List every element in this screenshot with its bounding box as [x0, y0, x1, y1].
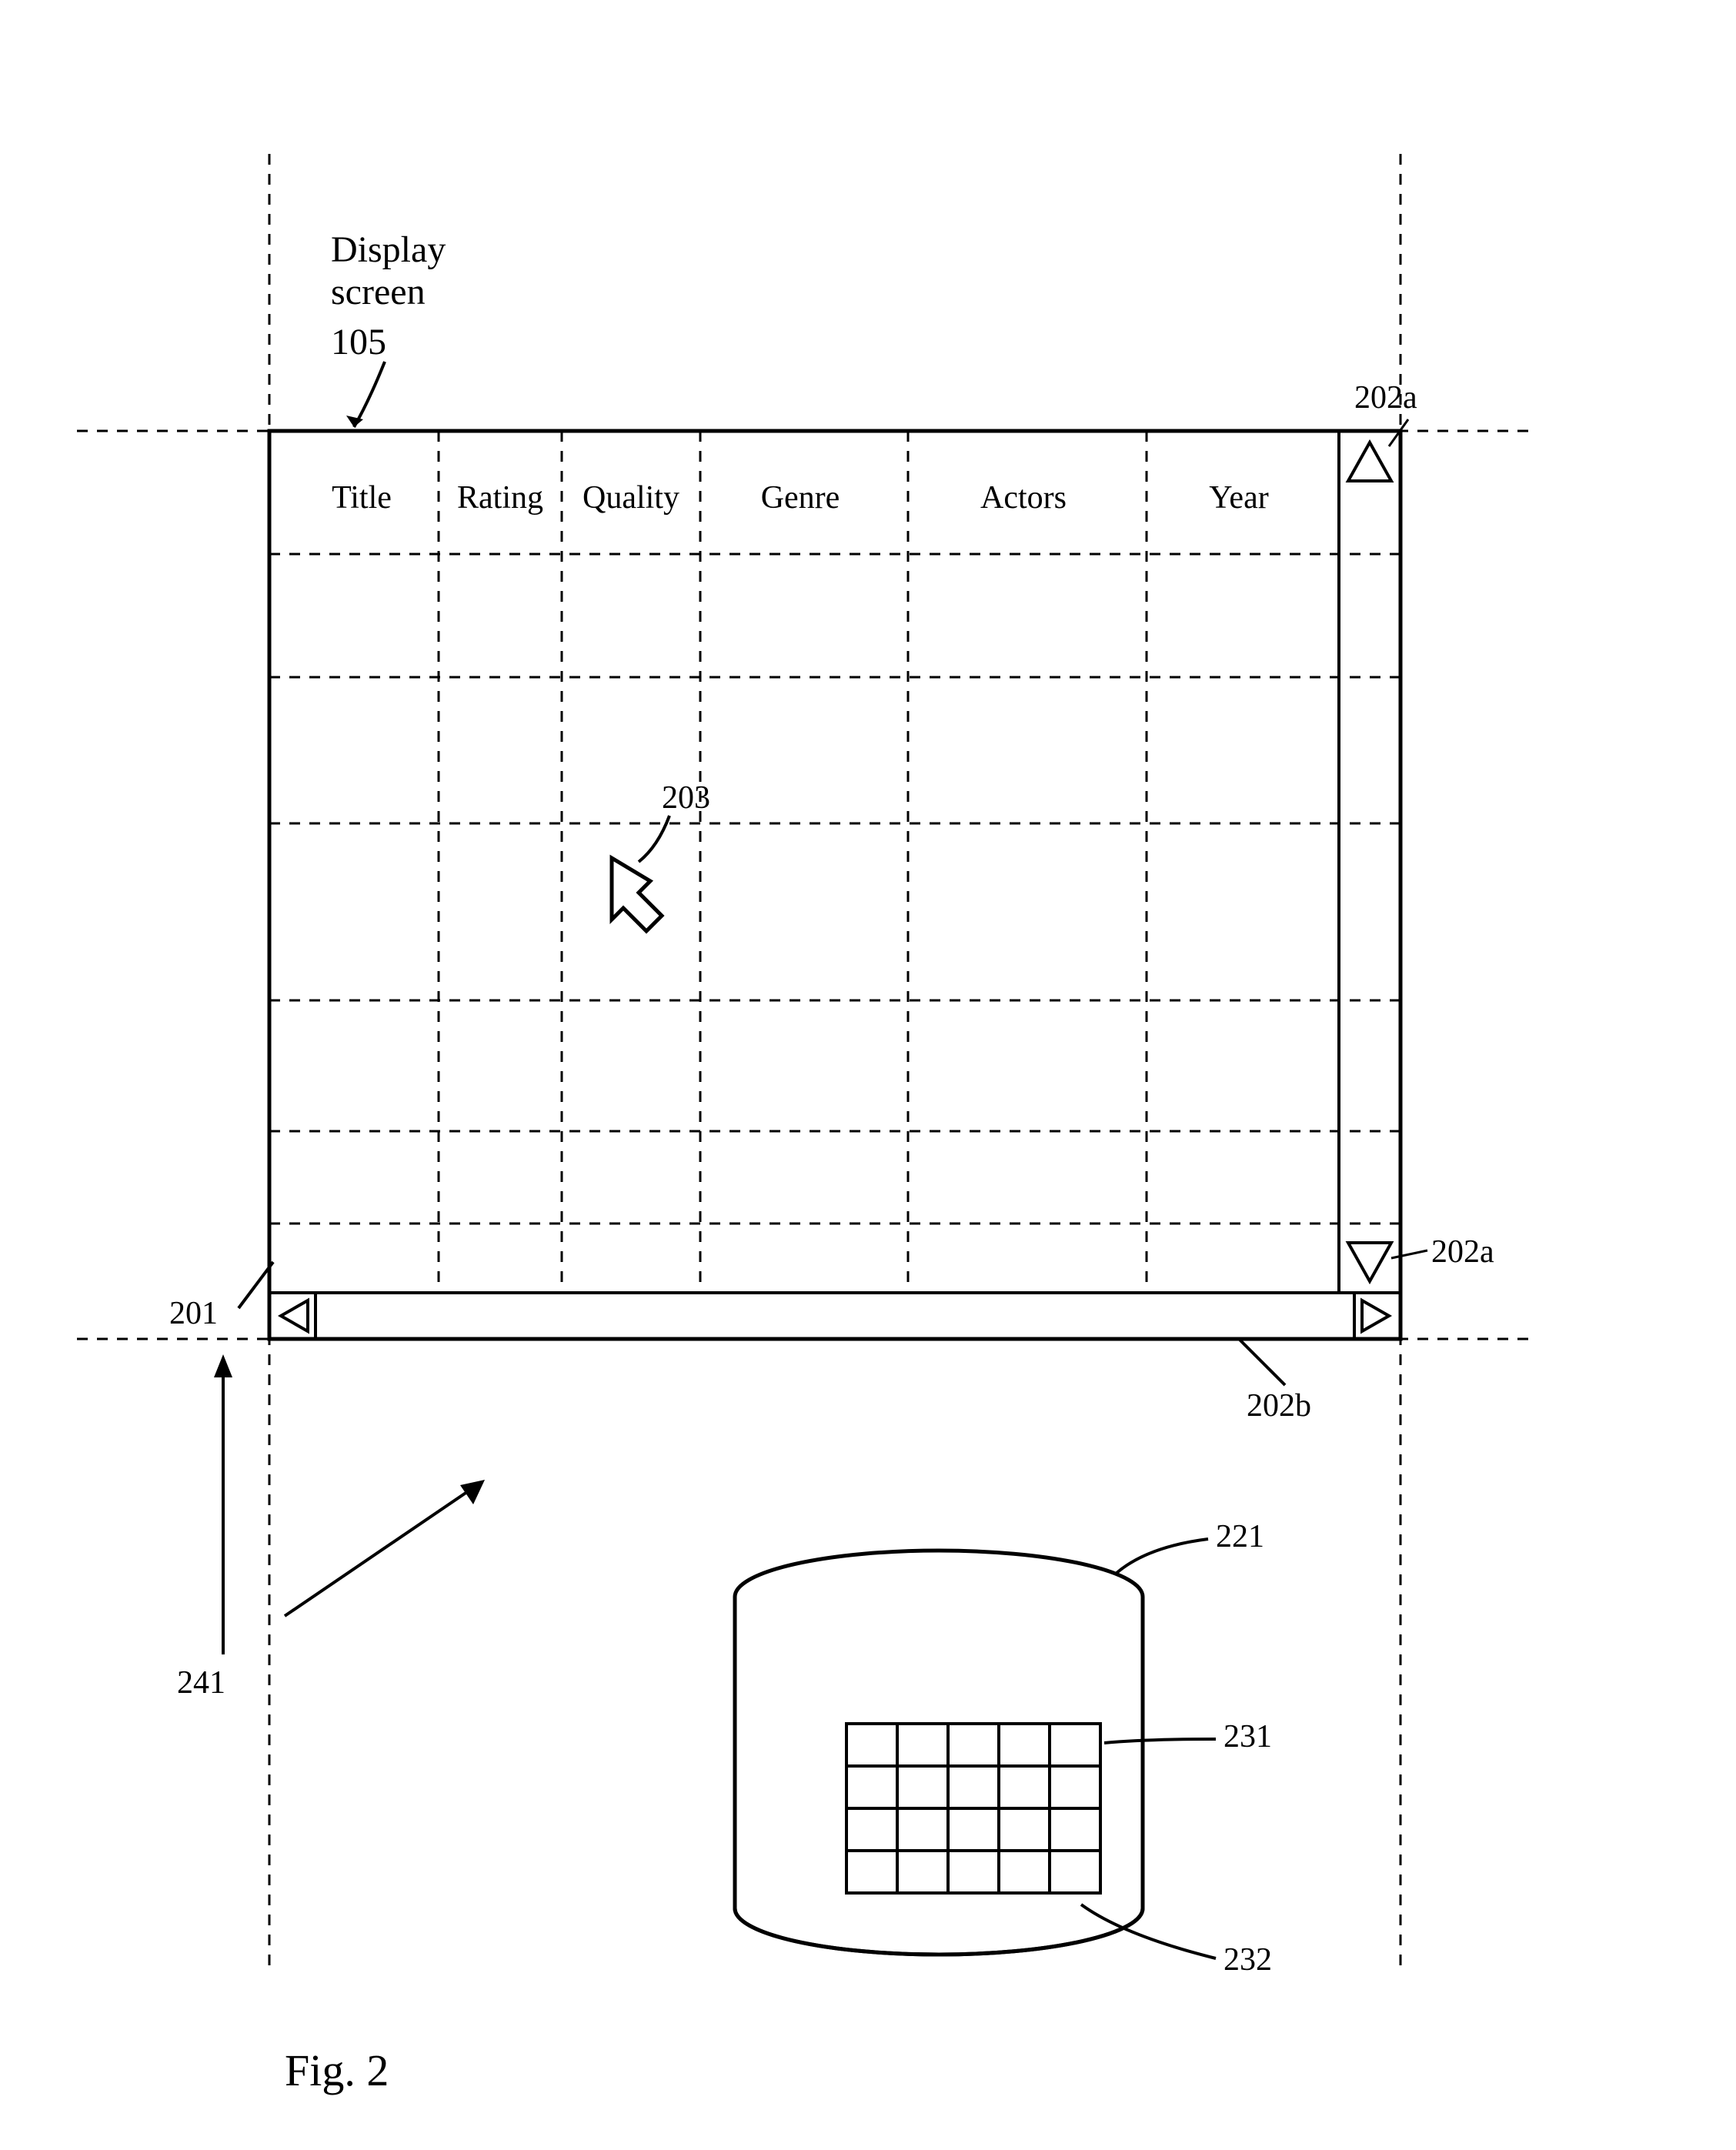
cursor-icon[interactable] — [612, 858, 662, 931]
ref-202a-top: 202a — [1354, 380, 1417, 416]
ref-201: 201 — [169, 1296, 218, 1331]
horizontal-scrollbar[interactable] — [269, 1293, 1400, 1339]
db-table-icon — [846, 1724, 1100, 1893]
figure-svg: Display screen 105 Title Rating Quality … — [0, 0, 1736, 2146]
ref-203: 203 — [662, 780, 710, 816]
scroll-right-icon[interactable] — [1362, 1300, 1389, 1331]
vertical-scrollbar[interactable] — [1339, 431, 1400, 1293]
col-actors[interactable]: Actors — [980, 480, 1067, 516]
ref-232: 232 — [1224, 1942, 1272, 1978]
display-screen — [269, 431, 1400, 1339]
col-genre[interactable]: Genre — [761, 480, 840, 516]
ref-241: 241 — [177, 1665, 225, 1701]
col-quality[interactable]: Quality — [583, 480, 679, 516]
figure-caption: Fig. 2 — [285, 2045, 389, 2095]
ref-202a-bottom: 202a — [1431, 1234, 1494, 1270]
ref-221: 221 — [1216, 1519, 1264, 1554]
ref-231: 231 — [1224, 1719, 1272, 1754]
display-screen-label: Display screen — [331, 229, 449, 312]
ref-202b: 202b — [1247, 1388, 1311, 1424]
scroll-left-icon[interactable] — [281, 1300, 308, 1331]
col-title[interactable]: Title — [332, 480, 392, 516]
col-year[interactable]: Year — [1209, 480, 1268, 516]
col-rating[interactable]: Rating — [457, 480, 543, 516]
scroll-up-icon[interactable] — [1348, 442, 1391, 481]
scroll-down-icon[interactable] — [1348, 1243, 1391, 1281]
ref-105: 105 — [331, 322, 386, 362]
